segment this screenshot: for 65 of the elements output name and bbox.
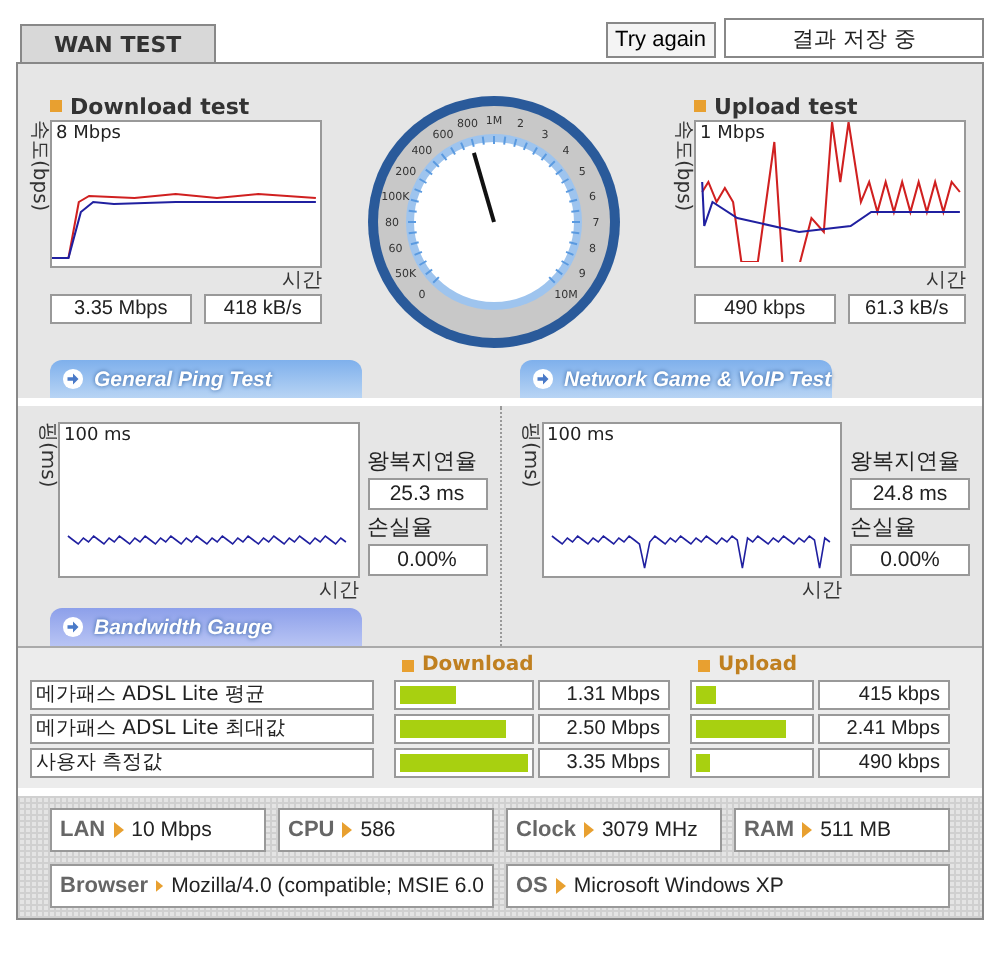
- axis-label: 핑(ms): [34, 422, 58, 492]
- triangle-icon: [802, 822, 813, 838]
- axis-label: 핑(ms): [517, 422, 541, 492]
- info-value: 586: [360, 818, 396, 842]
- triangle-icon: [555, 878, 566, 894]
- axis-label: 시간: [800, 578, 842, 604]
- info-label: OS: [516, 874, 548, 898]
- scale-label: 100 ms: [547, 426, 614, 446]
- reading-field: 418 kB/s: [203, 294, 322, 324]
- arrow-circle-icon: [62, 616, 84, 638]
- column-header: Download: [394, 654, 534, 676]
- axis-label: 속도(bps): [26, 120, 50, 216]
- latency-label: 왕복지연율: [850, 446, 962, 476]
- reading-field: 61.3 kB/s: [847, 294, 966, 324]
- column-header: Upload: [690, 654, 814, 676]
- loss-label: 손실율: [850, 512, 918, 542]
- loss-label: 손실율: [367, 512, 435, 542]
- info-label: CPU: [288, 818, 335, 842]
- row-label: 메가패스 ADSL Lite 최대값: [30, 714, 374, 744]
- dial-needle: [472, 152, 496, 223]
- scale-label: 100 ms: [64, 426, 131, 446]
- status-field: 결과 저장 중: [724, 18, 984, 58]
- info-value: 10 Mbps: [131, 818, 212, 842]
- triangle-icon: [156, 878, 164, 894]
- section-tab[interactable]: Bandwidth Gauge: [50, 608, 362, 646]
- section-title: Download test: [22, 92, 322, 120]
- loss-field: 0.00%: [850, 544, 970, 576]
- row-label: 사용자 측정값: [30, 748, 374, 778]
- wan-test-tab[interactable]: WAN TEST: [20, 24, 216, 62]
- info-label: Browser: [60, 874, 149, 898]
- scale-label: 8 Mbps: [56, 124, 121, 144]
- speed-value: 1.31 Mbps: [538, 680, 670, 710]
- arrow-circle-icon: [532, 368, 554, 390]
- info-label: LAN: [60, 818, 106, 842]
- axis-label: 시간: [280, 268, 322, 294]
- info-label: Clock: [516, 818, 576, 842]
- info-value: Mozilla/4.0 (compatible; MSIE 6.0: [171, 874, 484, 898]
- info-value: Microsoft Windows XP: [573, 874, 784, 898]
- speed-value: 2.41 Mbps: [818, 714, 950, 744]
- speed-value: 2.50 Mbps: [538, 714, 670, 744]
- latency-label: 왕복지연율: [367, 446, 479, 476]
- latency-field: 24.8 ms: [850, 478, 970, 510]
- section-tab[interactable]: Network Game & VoIP Test: [520, 360, 832, 398]
- speed-value: 3.35 Mbps: [538, 748, 670, 778]
- info-value: 3079 MHz: [601, 818, 698, 842]
- triangle-icon: [113, 822, 124, 838]
- speed-value: 415 kbps: [818, 680, 950, 710]
- triangle-icon: [583, 822, 594, 838]
- reading-field: 3.35 Mbps: [50, 294, 192, 324]
- info-label: RAM: [744, 818, 795, 842]
- axis-label: 시간: [317, 578, 359, 604]
- section-tab[interactable]: General Ping Test: [50, 360, 362, 398]
- row-label: 메가패스 ADSL Lite 평균: [30, 680, 374, 710]
- section-title: Upload test: [666, 92, 966, 120]
- triangle-icon: [342, 822, 353, 838]
- scale-label: 1 Mbps: [700, 124, 765, 144]
- arrow-circle-icon: [62, 368, 84, 390]
- info-value: 511 MB: [820, 818, 891, 842]
- loss-field: 0.00%: [367, 544, 487, 576]
- speed-value: 490 kbps: [818, 748, 950, 778]
- axis-label: 속도(bps): [670, 120, 694, 216]
- try-again-button[interactable]: Try again: [605, 22, 716, 58]
- reading-field: 490 kbps: [694, 294, 836, 324]
- axis-label: 시간: [924, 268, 966, 294]
- latency-field: 25.3 ms: [367, 478, 487, 510]
